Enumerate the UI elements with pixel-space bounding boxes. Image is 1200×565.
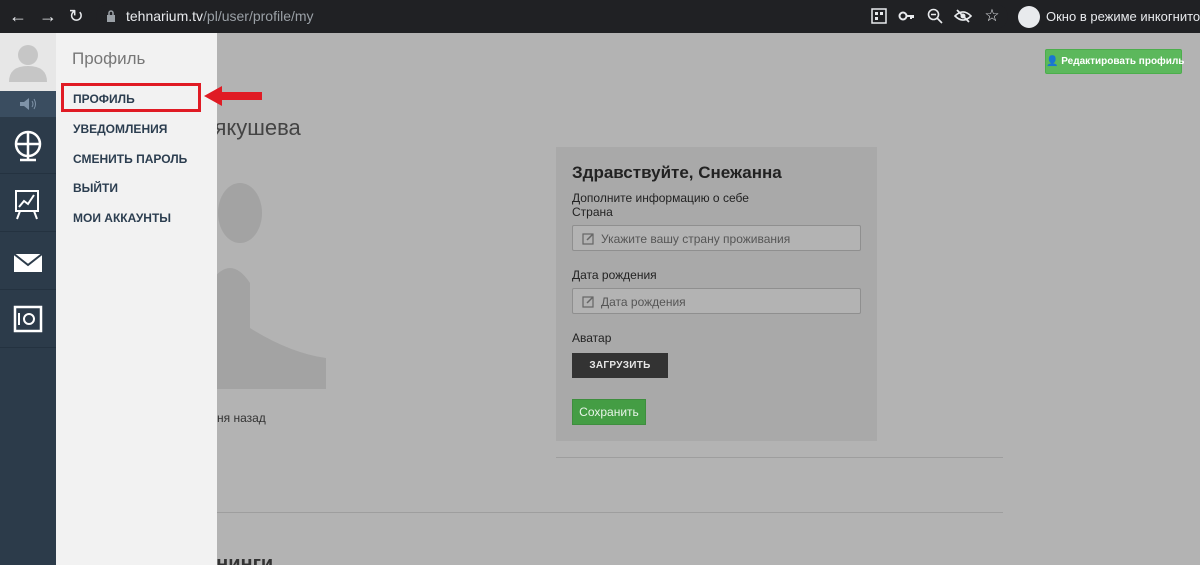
last-seen-text: дня назад	[210, 411, 266, 425]
mail-icon	[13, 253, 43, 272]
edit-icon	[582, 296, 594, 308]
incognito-label: Окно в режиме инкогнито	[1046, 9, 1200, 24]
edit-profile-button[interactable]: 👤 Редактировать профиль	[1045, 49, 1184, 74]
sidebar-item-mail[interactable]	[0, 233, 56, 290]
sidebar-item-web[interactable]	[0, 117, 56, 174]
url-text: tehnarium.tv/pl/user/profile/my	[126, 8, 314, 24]
eye-off-icon[interactable]	[954, 7, 972, 25]
divider	[210, 512, 1003, 513]
profile-dropdown-menu: Профиль ПРОФИЛЬ УВЕДОМЛЕНИЯ СМЕНИТЬ ПАРО…	[56, 33, 217, 565]
chart-board-icon	[15, 190, 39, 220]
birth-date-label: Дата рождения	[572, 268, 657, 282]
menu-title: Профиль	[72, 49, 146, 68]
user-avatar-icon	[9, 45, 47, 82]
divider	[556, 457, 1003, 458]
menu-item-notifications[interactable]: УВЕДОМЛЕНИЯ	[73, 122, 167, 136]
menu-item-my-accounts[interactable]: МОИ АККАУНТЫ	[73, 211, 171, 225]
sidebar-item-sound[interactable]	[0, 91, 56, 117]
speaker-icon	[20, 98, 36, 110]
user-avatar[interactable]	[0, 33, 56, 91]
sidebar-item-analytics[interactable]	[0, 175, 56, 232]
edit-icon	[582, 233, 594, 245]
safe-icon	[13, 305, 43, 333]
star-icon[interactable]: ☆	[982, 6, 1002, 26]
greeting-heading: Здравствуйте, Снежанна	[572, 163, 782, 182]
birth-date-placeholder: Дата рождения	[601, 295, 686, 309]
annotation-arrow-icon	[204, 86, 262, 106]
incognito-icon	[1018, 6, 1040, 28]
sidebar-rail	[0, 33, 56, 565]
birth-date-field[interactable]: Дата рождения	[572, 288, 861, 314]
highlight-annotation	[61, 83, 201, 112]
forward-icon[interactable]: →	[38, 6, 58, 26]
menu-item-change-password[interactable]: СМЕНИТЬ ПАРОЛЬ	[73, 152, 187, 166]
save-button[interactable]: Сохранить	[572, 399, 646, 425]
incognito-indicator[interactable]: Окно в режиме инкогнито	[1012, 4, 1200, 29]
upload-button[interactable]: ЗАГРУЗИТЬ	[572, 353, 668, 378]
sidebar-item-safe[interactable]	[0, 291, 56, 348]
zoom-icon[interactable]	[926, 7, 944, 25]
country-label: Страна	[572, 205, 613, 219]
browser-toolbar: ← → ↻ tehnarium.tv/pl/user/profile/my ☆ …	[0, 0, 1200, 33]
country-placeholder: Укажите вашу страну проживания	[601, 232, 791, 246]
back-icon[interactable]: ←	[8, 6, 28, 26]
avatar-label: Аватар	[572, 331, 612, 345]
country-field[interactable]: Укажите вашу страну проживания	[572, 225, 861, 251]
card-subtitle: Дополните информацию о себе	[572, 191, 749, 205]
qr-code-icon[interactable]	[870, 7, 888, 25]
lock-icon	[107, 10, 115, 22]
menu-item-logout[interactable]: ВЫЙТИ	[73, 181, 118, 195]
user-avatar-placeholder	[210, 153, 326, 389]
globe-icon	[14, 130, 42, 162]
key-icon[interactable]	[898, 7, 916, 25]
reload-icon[interactable]: ↻	[66, 6, 86, 26]
profile-completion-card: Здравствуйте, Снежанна Дополните информа…	[556, 147, 877, 441]
